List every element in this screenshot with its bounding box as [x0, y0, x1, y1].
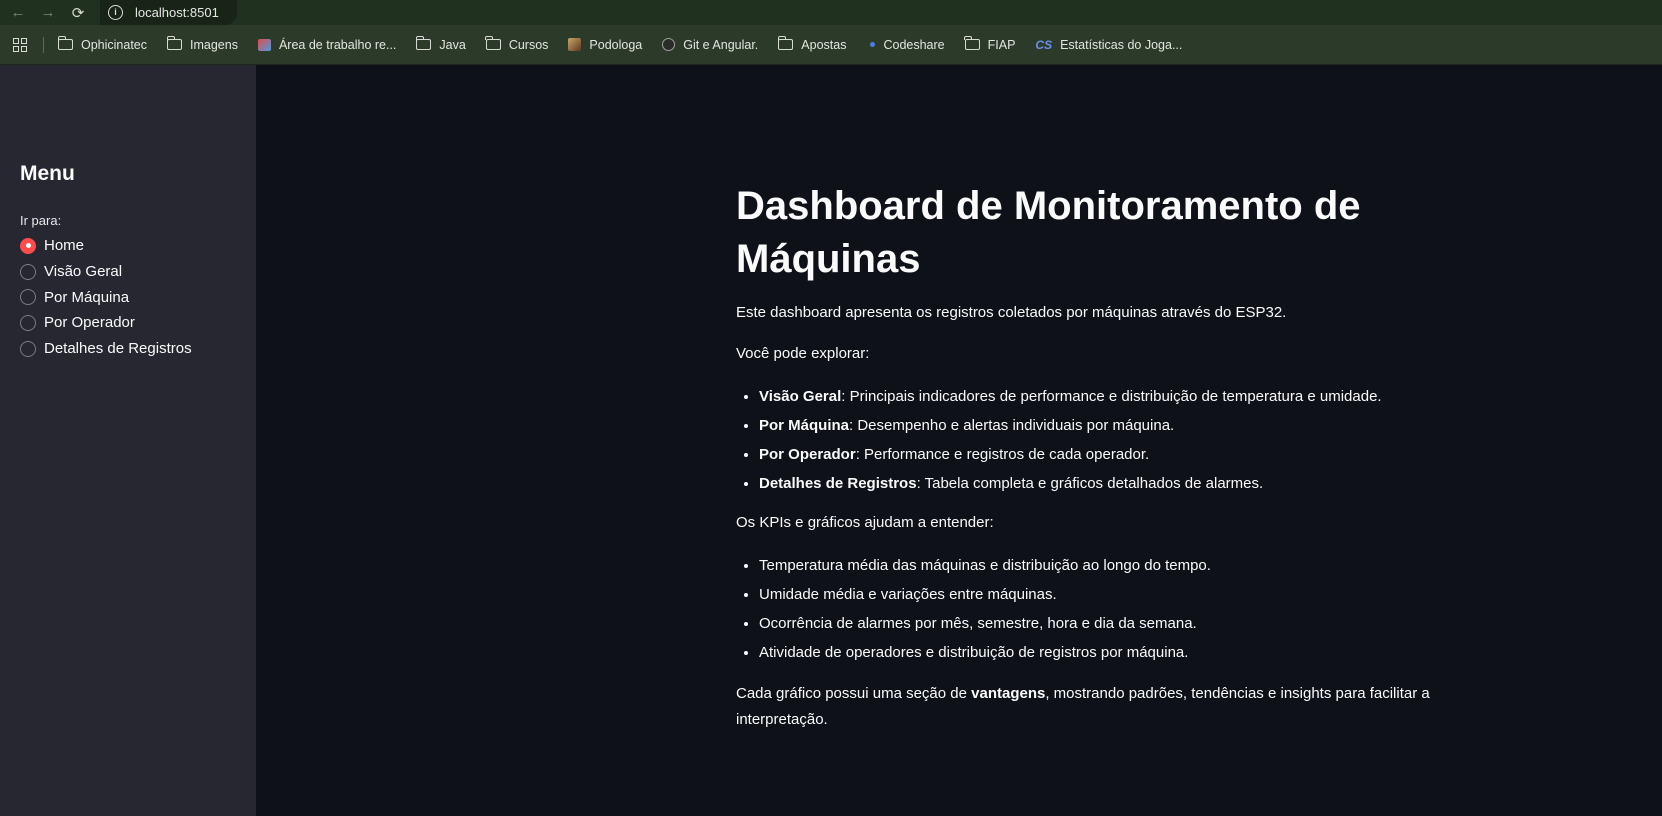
bookmark-label: Estatísticas do Joga...	[1060, 37, 1183, 52]
folder-icon	[416, 36, 432, 50]
explore-list: Visão Geral: Principais indicadores de p…	[736, 382, 1436, 498]
bookmark-label: Ophicinatec	[81, 37, 148, 52]
dot-icon	[870, 42, 876, 47]
picture-icon	[257, 38, 271, 51]
list-item-text: : Principais indicadores de performance …	[841, 388, 1382, 405]
folder-icon	[485, 36, 501, 50]
page-title-line-1: Dashboard de Monitoramento de	[736, 184, 1361, 228]
list-item-text: : Desempenho e alertas individuais por m…	[849, 417, 1175, 434]
bookmark-apostas[interactable]: Apostas	[777, 36, 847, 52]
radio-selected-icon[interactable]	[20, 237, 36, 254]
bookmark-label: Git e Angular.	[683, 37, 759, 52]
list-item: Detalhes de Registros: Tabela completa e…	[759, 469, 1436, 498]
radio-unselected-icon[interactable]	[20, 289, 36, 306]
bookmark-fiap[interactable]: FIAP	[964, 36, 1016, 52]
bookmark-java[interactable]: Java	[416, 36, 466, 52]
apps-grid-icon[interactable]	[13, 37, 27, 52]
closing-text-start: Cada gráfico possui uma seção de	[736, 685, 972, 702]
sidebar-title: Menu	[20, 162, 75, 185]
browser-toolbar: ← → ⟳ i localhost:8501	[0, 0, 1662, 25]
list-item: Umidade média e variações entre máquinas…	[759, 580, 1436, 609]
navigation-radio-group: Home Visão Geral Por Máquina Por Operado…	[20, 233, 192, 361]
radio-option-visao-geral[interactable]: Visão Geral	[20, 259, 192, 285]
forward-arrow-icon[interactable]: →	[36, 3, 60, 23]
bookmark-imagens[interactable]: Imagens	[166, 36, 238, 52]
cs-icon: CS	[1035, 37, 1053, 52]
closing-bold: vantagens	[971, 685, 1046, 702]
bookmark-label: Java	[439, 37, 466, 52]
bookmark-label: Apostas	[801, 37, 847, 52]
list-item: Visão Geral: Principais indicadores de p…	[759, 382, 1436, 411]
radio-unselected-icon[interactable]	[20, 314, 36, 331]
radio-option-label[interactable]: Detalhes de Registros	[44, 340, 192, 357]
radio-option-label[interactable]: Por Operador	[44, 314, 135, 331]
radio-option-detalhes-registros[interactable]: Detalhes de Registros	[20, 336, 192, 362]
folder-icon	[964, 36, 980, 50]
bookmark-podologa[interactable]: Podologa	[568, 38, 642, 52]
bookmark-ophicinatec[interactable]: Ophicinatec	[57, 36, 148, 52]
list-item-bold: Por Máquina	[759, 417, 850, 434]
site-info-icon[interactable]: i	[108, 5, 123, 20]
radio-option-por-operador[interactable]: Por Operador	[20, 310, 192, 336]
list-item: Por Operador: Performance e registros de…	[759, 440, 1436, 469]
radio-option-label[interactable]: Por Máquina	[44, 289, 129, 306]
radio-option-label[interactable]: Home	[44, 237, 84, 254]
radio-option-label[interactable]: Visão Geral	[44, 263, 122, 280]
list-item-bold: Visão Geral	[759, 388, 842, 405]
intro-paragraph: Este dashboard apresenta os registros co…	[736, 304, 1287, 321]
bookmark-label: Codeshare	[883, 37, 945, 52]
closing-paragraph: Cada gráfico possui uma seção de vantage…	[736, 681, 1436, 733]
bookmark-cursos[interactable]: Cursos	[485, 36, 549, 52]
list-item: Atividade de operadores e distribuição d…	[759, 638, 1436, 667]
address-bar[interactable]: i localhost:8501	[100, 0, 237, 25]
bookmark-label: Imagens	[190, 37, 238, 52]
bookmark-codeshare[interactable]: Codeshare	[866, 37, 945, 52]
page-title: Dashboard de Monitoramento de Máquinas	[736, 180, 1436, 286]
bookmark-label: FIAP	[987, 37, 1016, 52]
folder-icon	[166, 36, 183, 50]
folder-icon	[777, 36, 794, 50]
github-icon	[662, 38, 676, 51]
bookmark-label: Área de trabalho re...	[278, 37, 397, 52]
bookmark-label: Cursos	[508, 37, 549, 52]
folder-icon	[57, 36, 73, 50]
list-item-bold: Detalhes de Registros	[759, 475, 917, 492]
radio-unselected-icon[interactable]	[20, 340, 36, 357]
list-item: Por Máquina: Desempenho e alertas indivi…	[759, 411, 1436, 440]
bookmark-area-de-trabalho[interactable]: Área de trabalho re...	[257, 37, 397, 52]
list-item-text: : Performance e registros de cada operad…	[855, 446, 1150, 463]
list-item-bold: Por Operador	[759, 446, 856, 463]
explore-label: Você pode explorar:	[736, 345, 870, 362]
bookmark-estatisticas[interactable]: CS Estatísticas do Joga...	[1035, 38, 1182, 52]
radio-option-home[interactable]: Home	[20, 233, 192, 259]
list-item: Ocorrência de alarmes por mês, semestre,…	[759, 609, 1436, 638]
radio-group-label: Ir para:	[20, 213, 62, 228]
radio-unselected-icon[interactable]	[20, 263, 36, 280]
radio-option-por-maquina[interactable]: Por Máquina	[20, 284, 192, 310]
bookmark-label: Podologa	[589, 37, 643, 52]
back-arrow-icon[interactable]: ←	[6, 3, 30, 23]
main-content: Dashboard de Monitoramento de Máquinas E…	[736, 180, 1436, 733]
list-item-text: : Tabela completa e gráficos detalhados …	[916, 475, 1264, 492]
bookmarks-divider	[43, 36, 44, 53]
podologa-icon	[568, 38, 582, 51]
sidebar: Menu Ir para: Home Visão Geral Por Máqui…	[0, 65, 256, 816]
page-title-line-2: Máquinas	[736, 237, 921, 281]
kpi-label: Os KPIs e gráficos ajudam a entender:	[736, 514, 994, 531]
kpi-list: Temperatura média das máquinas e distrib…	[736, 551, 1436, 667]
url-text[interactable]: localhost:8501	[135, 5, 219, 20]
bookmarks-bar: Ophicinatec Imagens Área de trabalho re.…	[0, 25, 1662, 65]
reload-icon[interactable]: ⟳	[66, 3, 90, 23]
bookmark-git-angular[interactable]: Git e Angular.	[662, 38, 758, 52]
list-item: Temperatura média das máquinas e distrib…	[759, 551, 1436, 580]
